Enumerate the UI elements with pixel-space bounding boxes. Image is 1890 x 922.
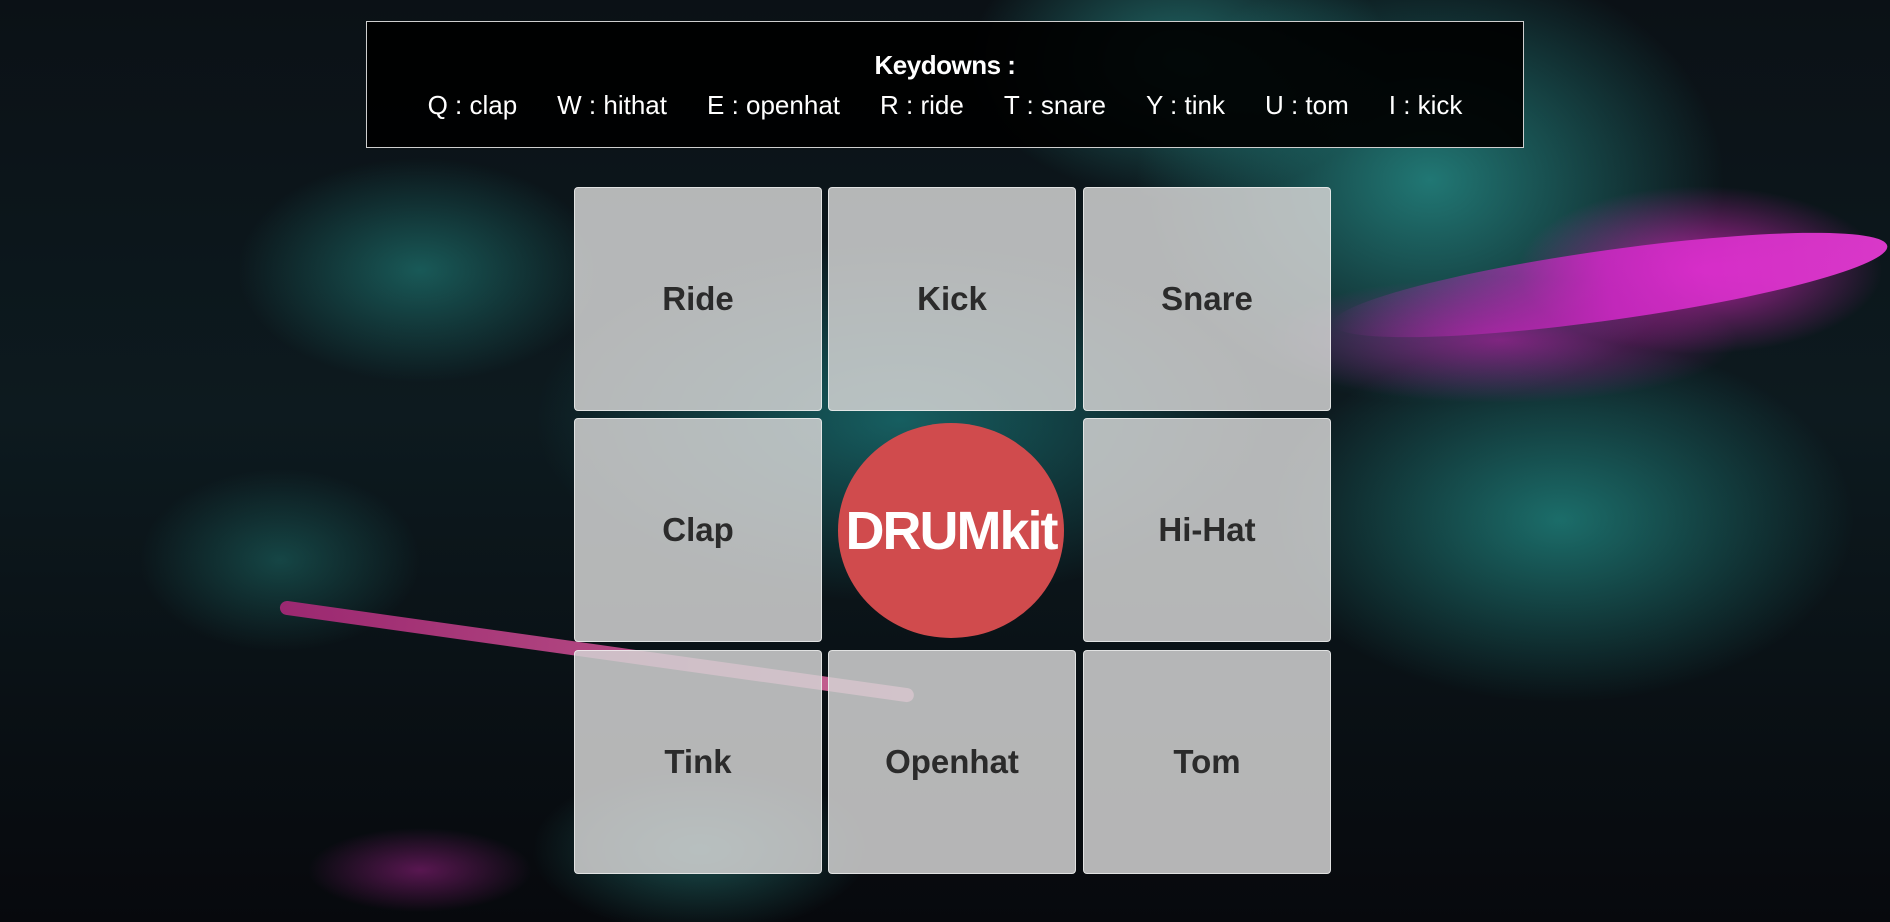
drumkit-logo: DRUMkit <box>838 423 1064 638</box>
pad-tom[interactable]: Tom <box>1083 650 1331 874</box>
pad-snare[interactable]: Snare <box>1083 187 1331 411</box>
key-hint-openhat: E : openhat <box>707 90 840 120</box>
pad-openhat[interactable]: Openhat <box>828 650 1076 874</box>
pad-clap[interactable]: Clap <box>574 418 822 642</box>
key-hint-tom: U : tom <box>1264 90 1349 120</box>
drum-kit-page: Keydowns : Q : clap W : hithat E : openh… <box>0 0 1890 922</box>
key-hint-clap: Q : clap <box>427 90 518 120</box>
background-cymbal <box>1327 211 1890 359</box>
key-hint-hithat: W : hithat <box>557 90 667 120</box>
key-hint-tink: Y : tink <box>1145 90 1225 120</box>
keydowns-panel: Keydowns : Q : clap W : hithat E : openh… <box>366 21 1524 148</box>
key-hint-kick: I : kick <box>1388 90 1463 120</box>
pad-kick[interactable]: Kick <box>828 187 1076 411</box>
keydowns-list: Q : clap W : hithat E : openhat R : ride… <box>367 90 1523 121</box>
keydowns-title: Keydowns : <box>874 50 1016 80</box>
pad-tink[interactable]: Tink <box>574 650 822 874</box>
pad-hi-hat[interactable]: Hi-Hat <box>1083 418 1331 642</box>
pad-ride[interactable]: Ride <box>574 187 822 411</box>
key-hint-ride: R : ride <box>880 90 964 120</box>
key-hint-snare: T : snare <box>1003 90 1106 120</box>
